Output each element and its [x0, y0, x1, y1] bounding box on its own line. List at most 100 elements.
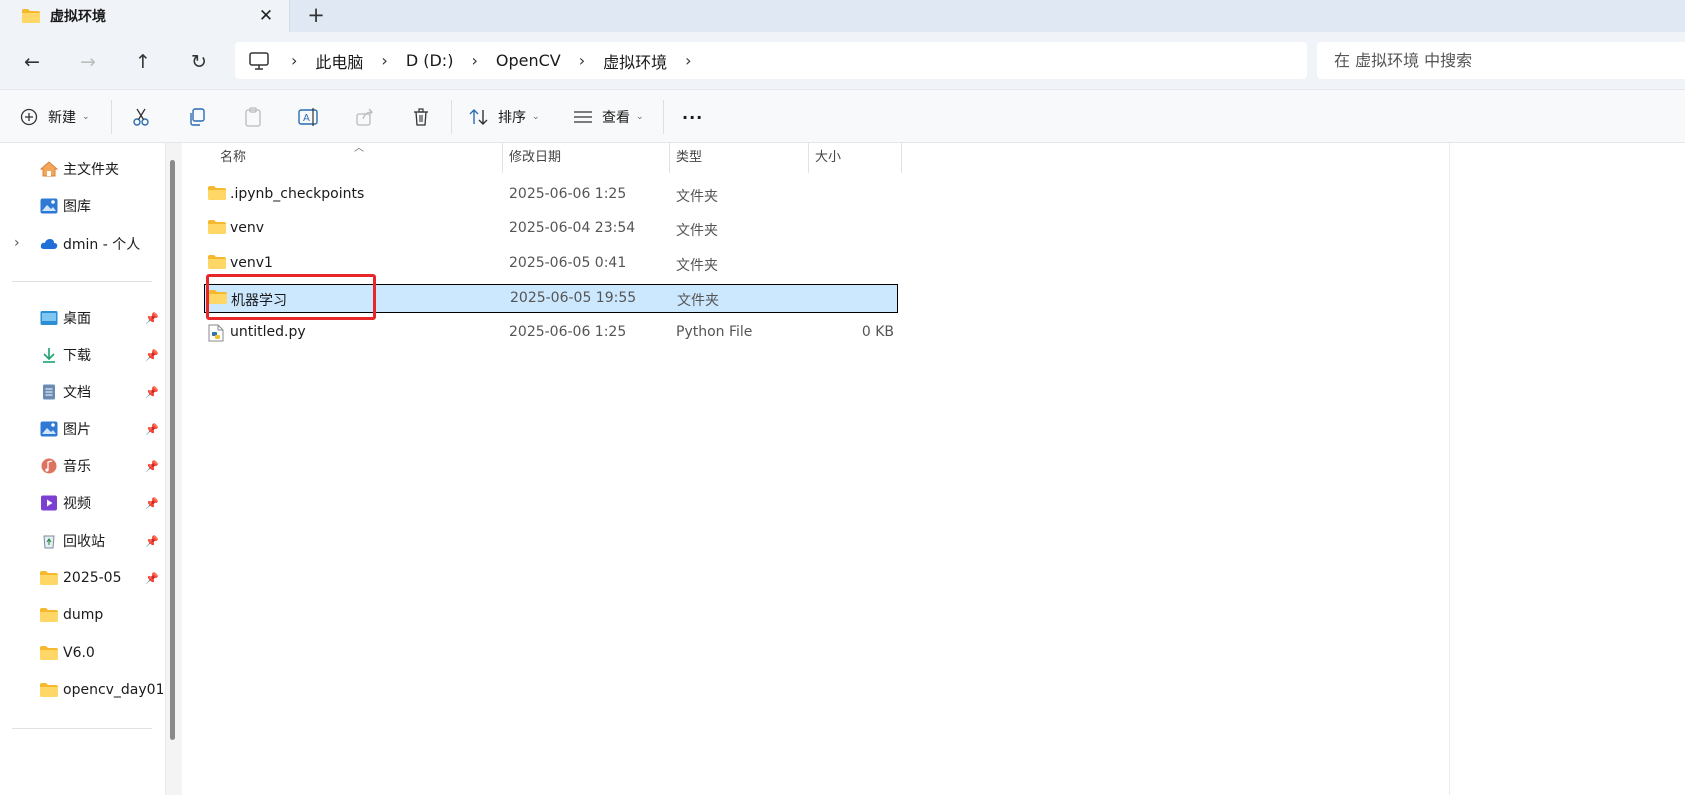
chevron-right-icon[interactable]: › — [14, 235, 20, 251]
sidebar-item-folder-dump[interactable]: dump — [0, 599, 165, 631]
sidebar-item-label: dump — [63, 607, 104, 623]
command-bar: 新建 ⌄ A 排序 ⌄ 查看 ⌄ ··· — [0, 90, 1685, 143]
file-modified: 2025-06-04 23:54 — [509, 220, 636, 236]
navigation-pane: 主文件夹 图库 › dmin - 个人 桌面 📌 下载 📌 文档 📌 图片 📌 … — [0, 143, 165, 795]
breadcrumb-separator[interactable]: › — [291, 51, 297, 70]
breadcrumb-item-this-pc[interactable]: 此电脑 — [315, 49, 363, 73]
recycle-bin-icon — [43, 535, 55, 549]
view-list-icon — [574, 111, 592, 123]
column-divider[interactable] — [901, 143, 902, 173]
pin-icon[interactable]: 📌 — [145, 460, 159, 473]
up-arrow-icon[interactable]: ↑ — [130, 49, 156, 75]
delete-button[interactable] — [409, 105, 433, 129]
sidebar-item-folder-v6[interactable]: V6.0 — [0, 637, 165, 669]
breadcrumb-separator[interactable]: › — [381, 51, 387, 70]
sidebar-item-label: V6.0 — [63, 645, 95, 661]
file-modified: 2025-06-05 19:55 — [510, 290, 637, 306]
file-row[interactable]: .ipynb_checkpoints 2025-06-06 1:25 文件夹 — [204, 181, 898, 210]
rename-button[interactable]: A — [297, 105, 321, 129]
column-header-type[interactable]: 类型 — [670, 143, 808, 173]
pin-icon[interactable]: 📌 — [145, 423, 159, 436]
file-row[interactable]: untitled.py 2025-06-06 1:25 Python File … — [204, 319, 898, 348]
document-icon — [43, 384, 55, 400]
refresh-icon[interactable]: ↻ — [186, 49, 212, 75]
sidebar-item-recycle-bin[interactable]: 回收站 📌 — [0, 525, 165, 557]
tab-current[interactable]: 虚拟环境 ✕ — [0, 0, 290, 32]
sidebar-item-label: 图库 — [63, 199, 91, 215]
pin-icon[interactable]: 📌 — [145, 386, 159, 399]
folder-icon — [40, 608, 58, 622]
folder-icon — [208, 255, 226, 269]
pin-icon[interactable]: 📌 — [145, 497, 159, 510]
breadcrumb-separator[interactable]: › — [471, 51, 477, 70]
sidebar-item-onedrive[interactable]: › dmin - 个人 — [0, 228, 165, 260]
sidebar-item-home[interactable]: 主文件夹 — [0, 153, 165, 185]
sidebar-item-downloads[interactable]: 下载 📌 — [0, 339, 165, 371]
sidebar-item-pictures[interactable]: 图片 📌 — [0, 413, 165, 445]
close-icon[interactable]: ✕ — [256, 6, 276, 26]
column-headers: ︿ 名称 修改日期 类型 大小 — [182, 143, 902, 173]
share-button[interactable] — [353, 105, 377, 129]
breadcrumb-item-opencv[interactable]: OpenCV — [496, 51, 561, 70]
pictures-icon — [40, 421, 58, 437]
breadcrumb-item-current[interactable]: 虚拟环境 — [603, 49, 667, 73]
file-name: .ipynb_checkpoints — [230, 186, 365, 202]
sidebar-item-label: 主文件夹 — [63, 162, 119, 178]
more-options-button[interactable]: ··· — [682, 104, 703, 130]
file-row[interactable]: venv 2025-06-04 23:54 文件夹 — [204, 215, 898, 244]
pin-icon[interactable]: 📌 — [145, 312, 159, 325]
tab-title: 虚拟环境 — [50, 9, 106, 25]
file-name: untitled.py — [230, 324, 306, 340]
breadcrumb-separator[interactable]: › — [685, 51, 691, 70]
new-tab-button[interactable]: + — [305, 4, 327, 26]
search-input[interactable] — [1317, 42, 1685, 79]
sidebar-item-gallery[interactable]: 图库 — [0, 190, 165, 222]
folder-icon — [40, 571, 58, 585]
file-type: Python File — [676, 324, 753, 340]
folder-icon — [40, 683, 58, 697]
file-type: 文件夹 — [677, 293, 719, 309]
new-button[interactable]: 新建 ⌄ — [20, 104, 90, 130]
music-icon — [41, 458, 57, 474]
sidebar-item-desktop[interactable]: 桌面 📌 — [0, 302, 165, 334]
sidebar-item-label: opencv_day01 — [63, 682, 163, 698]
view-edge-line — [1449, 143, 1450, 795]
python-file-icon — [208, 324, 224, 342]
new-button-label: 新建 — [48, 110, 76, 126]
column-header-modified[interactable]: 修改日期 — [503, 143, 669, 173]
file-modified: 2025-06-06 1:25 — [509, 186, 627, 202]
view-button[interactable]: 查看 ⌄ — [573, 104, 644, 130]
copy-button[interactable] — [185, 105, 209, 129]
folder-icon — [40, 646, 58, 660]
pin-icon[interactable]: 📌 — [145, 572, 159, 585]
address-row: ← → ↑ ↻ › 此电脑 › D (D:) › OpenCV › 虚拟环境 › — [0, 32, 1685, 90]
forward-arrow-icon[interactable]: → — [75, 49, 101, 75]
sidebar-item-music[interactable]: 音乐 📌 — [0, 450, 165, 482]
cut-button[interactable] — [129, 105, 153, 129]
column-header-size[interactable]: 大小 — [809, 143, 901, 173]
sidebar-item-videos[interactable]: 视频 📌 — [0, 487, 165, 519]
paste-button[interactable] — [241, 105, 265, 129]
sidebar-item-folder-opencv-day01[interactable]: opencv_day01 — [0, 674, 165, 706]
computer-icon[interactable] — [249, 51, 269, 70]
file-list: ︿ 名称 修改日期 类型 大小 .ipynb_checkpoints 2025-… — [182, 143, 1685, 795]
download-icon — [43, 348, 55, 363]
address-bar[interactable]: › 此电脑 › D (D:) › OpenCV › 虚拟环境 › — [235, 42, 1307, 79]
chevron-down-icon: ⌄ — [636, 112, 644, 122]
sidebar-item-documents[interactable]: 文档 📌 — [0, 376, 165, 408]
sidebar-scrollbar-thumb[interactable] — [170, 160, 175, 740]
chevron-down-icon: ⌄ — [532, 112, 540, 122]
file-type: 文件夹 — [676, 189, 718, 205]
back-arrow-icon[interactable]: ← — [19, 49, 45, 75]
pin-icon[interactable]: 📌 — [145, 535, 159, 548]
sort-button[interactable]: 排序 ⌄ — [469, 104, 540, 130]
sidebar-item-folder-2025-05[interactable]: 2025-05 📌 — [0, 562, 165, 594]
sidebar-divider — [12, 728, 152, 729]
svg-text:A: A — [303, 113, 310, 124]
breadcrumb-item-drive[interactable]: D (D:) — [406, 51, 454, 70]
pin-icon[interactable]: 📌 — [145, 349, 159, 362]
breadcrumb-separator[interactable]: › — [579, 51, 585, 70]
file-name: venv1 — [230, 255, 273, 271]
column-header-name[interactable]: 名称 — [214, 143, 501, 173]
rename-icon: A — [298, 108, 318, 126]
